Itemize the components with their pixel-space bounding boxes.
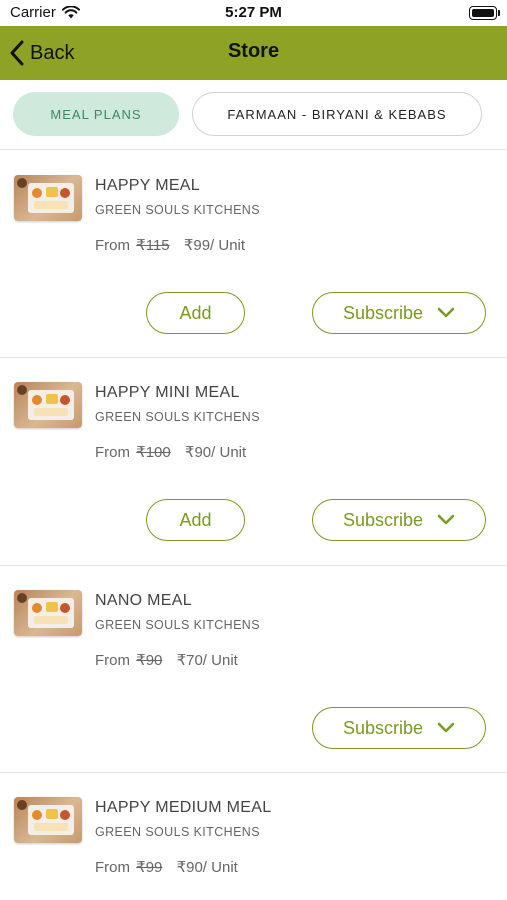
store-tabs: MEAL PLANS FARMAAN - BIRYANI & KEBABS xyxy=(0,80,507,150)
old-price: ₹99 xyxy=(136,859,163,876)
subscribe-label: Subscribe xyxy=(342,717,424,738)
subscribe-button[interactable]: Subscribe xyxy=(312,499,486,541)
chevron-down-icon xyxy=(437,722,455,733)
chevron-down-icon xyxy=(437,514,455,525)
from-label: From xyxy=(95,652,130,669)
product-item: HAPPY MEAL GREEN SOULS KITCHENS From ₹11… xyxy=(0,151,507,358)
from-label: From xyxy=(95,237,130,254)
subscribe-button[interactable]: Subscribe xyxy=(312,707,486,749)
meal-thumbnail[interactable] xyxy=(14,382,82,428)
product-name[interactable]: HAPPY MEAL xyxy=(95,177,200,195)
product-price: From ₹115 ₹99/ Unit xyxy=(95,236,245,254)
new-price: ₹90/ Unit xyxy=(184,444,247,461)
product-item: NANO MEAL GREEN SOULS KITCHENS From ₹90 … xyxy=(0,566,507,773)
tab-meal-plans[interactable]: MEAL PLANS xyxy=(13,92,179,136)
product-name[interactable]: NANO MEAL xyxy=(95,592,192,610)
product-kitchen: GREEN SOULS KITCHENS xyxy=(95,618,260,632)
old-price: ₹100 xyxy=(136,444,171,461)
product-price: From ₹90 ₹70/ Unit xyxy=(95,651,238,669)
new-price: ₹90/ Unit xyxy=(176,859,238,876)
from-label: From xyxy=(95,859,130,876)
status-time: 5:27 PM xyxy=(225,4,282,21)
subscribe-button[interactable]: Subscribe xyxy=(312,292,486,334)
product-kitchen: GREEN SOULS KITCHENS xyxy=(95,203,260,217)
old-price: ₹115 xyxy=(136,237,170,254)
product-name[interactable]: HAPPY MEDIUM MEAL xyxy=(95,799,271,817)
tab-farmaan-biryani-kebabs[interactable]: FARMAAN - BIRYANI & KEBABS xyxy=(192,92,482,136)
meal-thumbnail[interactable] xyxy=(14,590,82,636)
product-item: HAPPY MINI MEAL GREEN SOULS KITCHENS Fro… xyxy=(0,358,507,566)
product-name[interactable]: HAPPY MINI MEAL xyxy=(95,384,240,402)
status-bar: Carrier 5:27 PM xyxy=(0,0,507,26)
add-button[interactable]: Add xyxy=(146,499,245,541)
product-kitchen: GREEN SOULS KITCHENS xyxy=(95,410,260,424)
page-title: Store xyxy=(227,40,280,62)
add-button[interactable]: Add xyxy=(146,292,245,334)
add-label: Add xyxy=(179,509,212,530)
product-price: From ₹99 ₹90/ Unit xyxy=(95,858,238,876)
subscribe-label: Subscribe xyxy=(342,509,424,530)
product-price: From ₹100 ₹90/ Unit xyxy=(95,443,246,461)
add-label: Add xyxy=(179,302,212,323)
product-item: HAPPY MEDIUM MEAL GREEN SOULS KITCHENS F… xyxy=(0,773,507,900)
product-kitchen: GREEN SOULS KITCHENS xyxy=(95,825,260,839)
new-price: ₹99/ Unit xyxy=(183,237,246,254)
meal-thumbnail[interactable] xyxy=(14,797,82,843)
old-price: ₹90 xyxy=(136,652,163,669)
chevron-down-icon xyxy=(437,307,455,318)
battery-icon xyxy=(469,6,500,20)
new-price: ₹70/ Unit xyxy=(176,652,238,669)
from-label: From xyxy=(95,444,130,461)
subscribe-label: Subscribe xyxy=(342,302,424,323)
meal-thumbnail[interactable] xyxy=(14,175,82,221)
navigation-bar: Back Store xyxy=(0,26,507,80)
